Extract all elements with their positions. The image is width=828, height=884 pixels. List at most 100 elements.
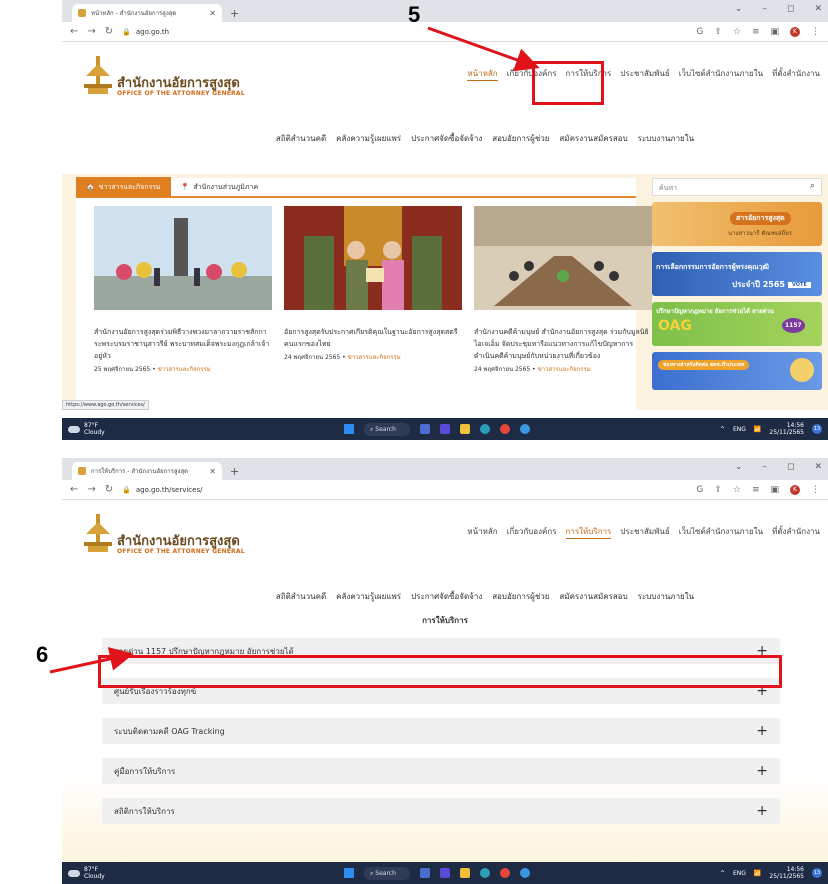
banner-election[interactable]: การเลือกกรรมการอัยการผู้ทรงคุณวุฒิ ประจำ… <box>652 252 822 296</box>
nav-home[interactable]: หน้าหลัก <box>467 525 497 539</box>
chevron-down-icon[interactable]: ⌄ <box>735 4 743 14</box>
nav-pr[interactable]: ประชาสัมพันธ์ <box>620 67 669 81</box>
service-item-tracking[interactable]: ระบบติดตามคดี OAG Tracking + <box>102 718 780 744</box>
chat-icon[interactable] <box>440 868 450 878</box>
browser-tab[interactable]: การให้บริการ - สำนักงานอัยการสูงสุด ✕ <box>72 462 222 480</box>
restore-icon[interactable]: ◻ <box>787 462 794 472</box>
share-icon[interactable]: ⇪ <box>714 27 722 37</box>
windows-start-icon[interactable] <box>344 868 354 878</box>
news-card[interactable]: สำนักงานอัยการสูงสุดร่วมพิธีวางพวงมาลาถว… <box>94 206 272 374</box>
news-category[interactable]: ข่าวสารและกิจกรรม <box>348 354 401 361</box>
search-icon[interactable]: ⌕ <box>810 181 815 191</box>
banner-hotline[interactable]: ปรึกษาปัญหากฎหมาย อัยการช่วยได้ สายด่วน … <box>652 302 822 346</box>
restore-icon[interactable]: ◻ <box>787 4 794 14</box>
browser-tab[interactable]: หน้าหลัก - สำนักงานอัยการสูงสุด ✕ <box>72 4 222 22</box>
news-title[interactable]: สำนักงานคดีค้ามนุษย์ สำนักงานอัยการสูงสุ… <box>474 326 652 362</box>
star-icon[interactable]: ☆ <box>733 27 741 37</box>
subnav-jobs[interactable]: สมัครงานสมัครสอบ <box>559 132 627 145</box>
tab-news[interactable]: 🏠 ข่าวสารและกิจกรรม <box>76 177 171 197</box>
url-field[interactable]: 🔒 ago.go.th <box>122 28 169 36</box>
subnav-exam[interactable]: สอบอัยการผู้ช่วย <box>492 132 549 145</box>
close-tab-icon[interactable]: ✕ <box>209 467 216 476</box>
reload-icon[interactable]: ↻ <box>105 26 113 37</box>
forward-icon[interactable]: → <box>87 26 95 37</box>
subnav-procurement[interactable]: ประกาศจัดซื้อจัดจ้าง <box>411 132 482 145</box>
banner-ag-message[interactable]: สารอัยการสูงสุด นางสาวนารี ตัณฑเสถียร <box>652 202 822 246</box>
news-card[interactable]: สำนักงานคดีค้ามนุษย์ สำนักงานอัยการสูงสุ… <box>474 206 652 374</box>
minimize-icon[interactable]: – <box>762 462 767 472</box>
edge-icon[interactable] <box>480 424 490 434</box>
subnav-knowledge[interactable]: คลังความรู้เผยแพร่ <box>336 590 401 603</box>
google-icon[interactable]: G <box>696 27 703 37</box>
expand-plus-icon[interactable]: + <box>756 763 768 779</box>
banner-contact[interactable]: ช่องทางสำหรับติดต่อ สคช.ทั่วประเทศ <box>652 352 822 390</box>
sidepanel-icon[interactable]: ▣ <box>770 27 779 37</box>
expand-plus-icon[interactable]: + <box>756 723 768 739</box>
news-category[interactable]: ข่าวสารและกิจกรรม <box>158 366 211 373</box>
menu-icon[interactable]: ⋮ <box>811 485 820 495</box>
taskbar-search[interactable]: ⌕ Search <box>364 866 410 880</box>
service-item-manual[interactable]: คู่มือการให้บริการ + <box>102 758 780 784</box>
chat-icon[interactable] <box>440 424 450 434</box>
nav-internal-sites[interactable]: เว็บไซต์สำนักงานภายใน <box>679 525 763 539</box>
subnav-procurement[interactable]: ประกาศจัดซื้อจัดจ้าง <box>411 590 482 603</box>
profile-avatar[interactable]: K <box>790 484 800 495</box>
star-icon[interactable]: ☆ <box>733 485 741 495</box>
app-icon[interactable] <box>520 868 530 878</box>
lang-indicator[interactable]: ENG <box>733 426 746 433</box>
forward-icon[interactable]: → <box>87 484 95 495</box>
close-window-icon[interactable]: ✕ <box>814 462 822 472</box>
taskview-icon[interactable] <box>420 868 430 878</box>
news-title[interactable]: สำนักงานอัยการสูงสุดร่วมพิธีวางพวงมาลาถว… <box>94 326 272 362</box>
minimize-icon[interactable]: – <box>762 4 767 14</box>
subnav-statistics[interactable]: สถิติสำนวนคดี <box>276 590 326 603</box>
chevron-down-icon[interactable]: ⌄ <box>735 462 743 472</box>
taskview-icon[interactable] <box>420 424 430 434</box>
close-window-icon[interactable]: ✕ <box>814 4 822 14</box>
lang-indicator[interactable]: ENG <box>733 870 746 877</box>
nav-services[interactable]: การให้บริการ <box>565 525 612 539</box>
tab-regional[interactable]: 📍 สำนักงานส่วนภูมิภาค <box>171 177 269 197</box>
new-tab-icon[interactable]: + <box>230 465 239 478</box>
subnav-statistics[interactable]: สถิติสำนวนคดี <box>276 132 326 145</box>
wifi-icon[interactable]: 📶 <box>754 870 761 877</box>
edge-icon[interactable] <box>480 868 490 878</box>
back-icon[interactable]: ← <box>70 26 78 37</box>
chrome-icon[interactable] <box>500 424 510 434</box>
nav-locations[interactable]: ที่ตั้งสำนักงาน <box>772 525 820 539</box>
nav-internal-sites[interactable]: เว็บไซต์สำนักงานภายใน <box>679 67 763 81</box>
subnav-intranet[interactable]: ระบบงานภายใน <box>638 590 694 603</box>
close-tab-icon[interactable]: ✕ <box>209 9 216 18</box>
new-tab-icon[interactable]: + <box>230 7 239 20</box>
url-field[interactable]: 🔒 ago.go.th/services/ <box>122 486 202 494</box>
sidepanel-icon[interactable]: ▣ <box>770 485 779 495</box>
subnav-knowledge[interactable]: คลังความรู้เผยแพร่ <box>336 132 401 145</box>
weather-widget[interactable]: 87°F Cloudy <box>62 422 232 436</box>
windows-start-icon[interactable] <box>344 424 354 434</box>
taskbar-search[interactable]: ⌕ Search <box>364 422 410 436</box>
app-icon[interactable] <box>520 424 530 434</box>
share-icon[interactable]: ⇪ <box>714 485 722 495</box>
back-icon[interactable]: ← <box>70 484 78 495</box>
service-item-statistics[interactable]: สถิติการให้บริการ + <box>102 798 780 824</box>
clock[interactable]: 14:56 25/11/2565 <box>769 866 804 880</box>
news-category[interactable]: ข่าวสารและกิจกรรม <box>538 366 591 373</box>
subnav-jobs[interactable]: สมัครงานสมัครสอบ <box>559 590 627 603</box>
news-title[interactable]: อัยการสูงสุดรับประกาศเกียรติคุณในฐานะอัย… <box>284 326 462 350</box>
explorer-icon[interactable] <box>460 868 470 878</box>
news-card[interactable]: อัยการสูงสุดรับประกาศเกียรติคุณในฐานะอัย… <box>284 206 462 374</box>
nav-home[interactable]: หน้าหลัก <box>467 67 498 81</box>
menu-icon[interactable]: ⋮ <box>811 27 820 37</box>
subnav-intranet[interactable]: ระบบงานภายใน <box>638 132 694 145</box>
reading-list-icon[interactable]: ≡ <box>752 27 760 37</box>
tray-chevron-icon[interactable]: ^ <box>720 426 725 433</box>
clock[interactable]: 14:56 25/11/2565 <box>769 422 804 436</box>
chrome-icon[interactable] <box>500 868 510 878</box>
notification-badge[interactable]: 13 <box>812 424 822 434</box>
subnav-exam[interactable]: สอบอัยการผู้ช่วย <box>492 590 549 603</box>
nav-locations[interactable]: ที่ตั้งสำนักงาน <box>772 67 820 81</box>
expand-plus-icon[interactable]: + <box>756 803 768 819</box>
notification-badge[interactable]: 13 <box>812 868 822 878</box>
explorer-icon[interactable] <box>460 424 470 434</box>
profile-avatar[interactable]: K <box>790 26 800 37</box>
